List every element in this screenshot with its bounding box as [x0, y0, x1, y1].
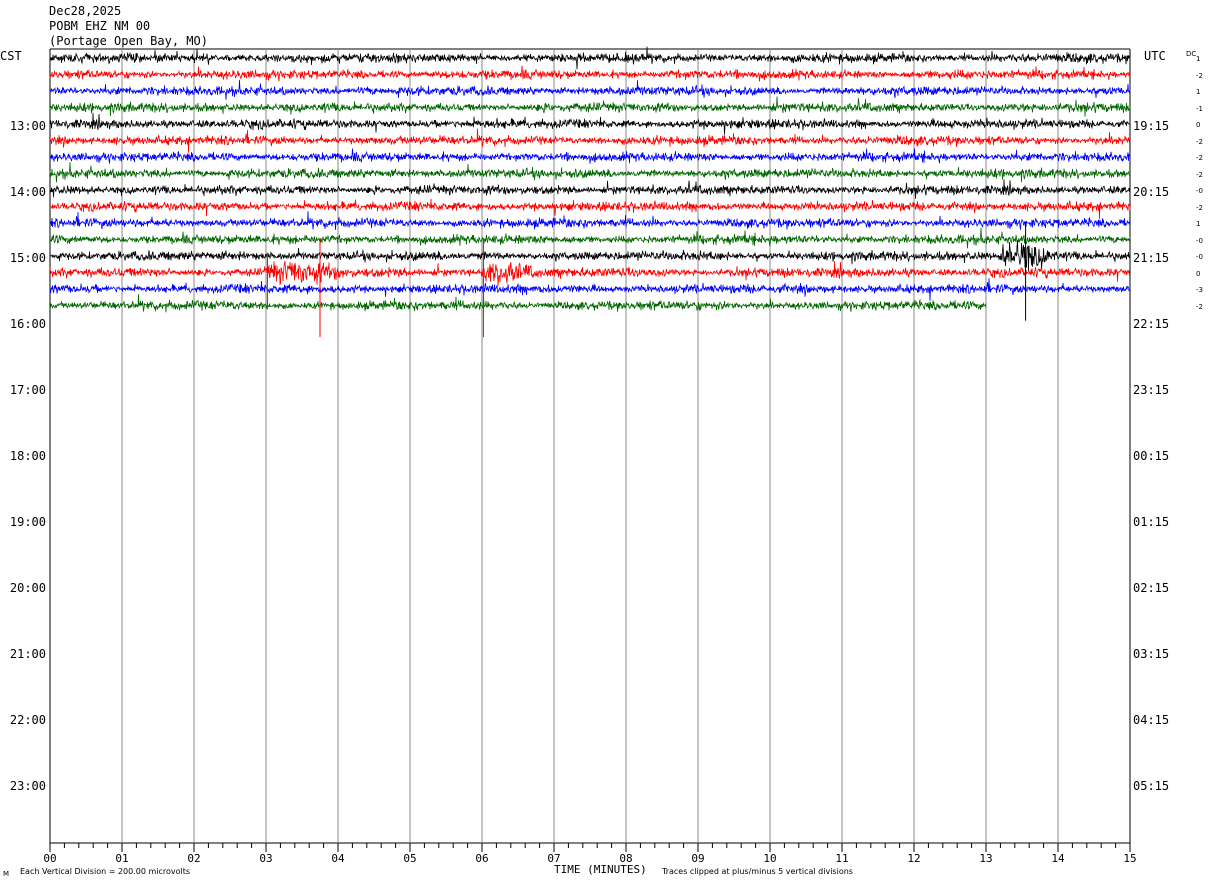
trace-line	[49, 211, 1131, 230]
x-tick-label: 15	[1123, 852, 1137, 865]
dc-offset-value: 1	[1196, 55, 1201, 63]
dc-offset-value: -1	[1196, 104, 1203, 113]
dc-offset-value: -3	[1196, 286, 1203, 294]
trace-line	[49, 96, 1131, 117]
x-tick-label: 13	[979, 852, 993, 865]
x-tick-label: 14	[1051, 852, 1065, 865]
x-tick-label: 00	[43, 852, 57, 865]
date-label: Dec28,2025	[49, 4, 122, 18]
trace-line	[49, 112, 1131, 135]
left-timezone-label: CST	[0, 49, 22, 63]
dc-offset-value: -2	[1196, 302, 1203, 311]
x-tick-label: 06	[475, 852, 489, 865]
dc-offset-value: 1	[1196, 220, 1201, 228]
left-hour-label: 17:00	[9, 383, 46, 397]
trace-line	[49, 179, 1131, 199]
trace-line	[49, 65, 1131, 82]
left-hour-label: 18:00	[9, 449, 46, 463]
trace-line	[49, 79, 1131, 100]
dc-offset-value: -2	[1196, 154, 1203, 162]
seismogram-plot	[49, 46, 1131, 852]
dc-header-label: DC	[1186, 50, 1197, 58]
trace-line	[49, 228, 1131, 249]
right-hour-label: 19:15	[1133, 119, 1170, 133]
dc-offset-value: 0	[1196, 269, 1201, 278]
dc-offset-value: -2	[1196, 137, 1203, 146]
trace-line	[49, 294, 987, 313]
right-hour-label: 04:15	[1133, 713, 1170, 727]
trace-line	[50, 46, 1131, 70]
right-timezone-label: UTC	[1144, 49, 1166, 63]
dc-offset-value: -2	[1196, 203, 1203, 212]
x-tick-label: 01	[115, 852, 129, 865]
x-tick-label: 12	[907, 852, 921, 865]
dc-offset-value: -0	[1196, 187, 1203, 195]
dc-offset-value: -0	[1196, 236, 1203, 245]
right-hour-label: 20:15	[1133, 185, 1170, 199]
right-hour-label: 22:15	[1133, 317, 1170, 331]
dc-offset-value: 1	[1196, 88, 1201, 96]
right-hour-label: 01:15	[1133, 515, 1170, 529]
right-hour-label: 21:15	[1133, 251, 1170, 265]
x-tick-label: 11	[835, 852, 849, 865]
trace-line	[49, 278, 1131, 301]
dc-offset-value: -0	[1196, 253, 1203, 261]
right-hour-label: 00:15	[1133, 449, 1170, 463]
left-hour-label: 22:00	[9, 713, 46, 727]
right-hour-label: 03:15	[1133, 647, 1170, 661]
station-label: POBM EHZ NM 00	[49, 19, 151, 33]
vertical-division-note: Each Vertical Division = 200.00 microvol…	[20, 867, 191, 876]
left-hour-label: 13:00	[9, 119, 46, 133]
x-axis-title: TIME (MINUTES)	[554, 863, 647, 876]
trace-line	[49, 198, 1131, 220]
trace-line	[49, 162, 1131, 183]
x-tick-label: 05	[403, 852, 417, 865]
trace-line	[49, 148, 1131, 164]
trace-line	[49, 261, 1131, 287]
dc-offset-value: -2	[1196, 71, 1203, 80]
x-tick-label: 02	[187, 852, 201, 865]
dc-offset-value: -2	[1196, 170, 1203, 179]
x-tick-label: 03	[259, 852, 273, 865]
logo-mark: M	[3, 870, 10, 878]
clip-note: Traces clipped at plus/minus 5 vertical …	[662, 867, 853, 876]
dc-offset-value: 0	[1196, 121, 1201, 129]
left-hour-label: 14:00	[9, 185, 46, 199]
trace-line	[49, 128, 1131, 153]
x-tick-label: 09	[691, 852, 705, 865]
right-hour-label: 02:15	[1133, 581, 1170, 595]
location-label: (Portage Open Bay, MO)	[49, 34, 208, 48]
left-hour-label: 15:00	[9, 251, 46, 265]
left-hour-label: 19:00	[9, 515, 46, 529]
left-hour-label: 20:00	[9, 581, 46, 595]
left-hour-label: 16:00	[9, 317, 46, 331]
left-hour-label: 23:00	[9, 779, 46, 793]
right-hour-label: 23:15	[1133, 383, 1170, 397]
x-tick-label: 10	[763, 852, 777, 865]
right-hour-label: 05:15	[1133, 779, 1170, 793]
left-hour-label: 21:00	[9, 647, 46, 661]
x-tick-label: 04	[331, 852, 345, 865]
